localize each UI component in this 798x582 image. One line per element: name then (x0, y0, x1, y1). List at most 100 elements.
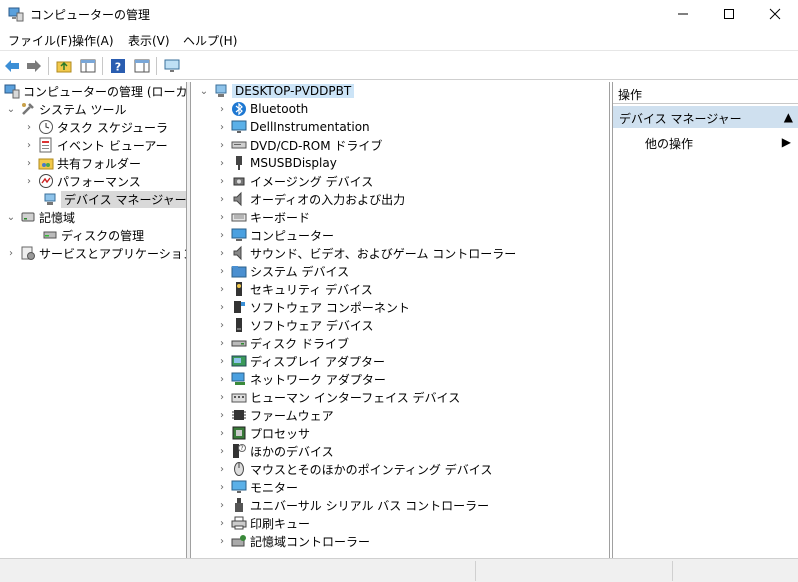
device-category-label: 記憶域コントローラー (250, 534, 371, 549)
chevron-right-icon[interactable]: › (217, 302, 227, 313)
back-button[interactable] (2, 56, 22, 76)
chevron-right-icon[interactable]: › (217, 158, 227, 169)
device-category[interactable]: › コンピューター (217, 226, 334, 244)
console-tree-button[interactable] (78, 56, 98, 76)
chevron-right-icon[interactable]: › (217, 446, 227, 457)
chevron-right-icon[interactable]: › (6, 248, 16, 259)
chevron-right-icon[interactable]: › (217, 482, 227, 493)
mouse-icon (234, 462, 244, 476)
chevron-right-icon[interactable]: › (217, 194, 227, 205)
chevron-right-icon[interactable]: › (217, 248, 227, 259)
menu-file[interactable]: ファイル(F) (8, 32, 72, 49)
chevron-right-icon[interactable]: › (217, 140, 227, 151)
maximize-button[interactable] (706, 0, 752, 28)
up-folder-button[interactable] (54, 56, 74, 76)
tree-root[interactable]: コンピューターの管理 (ローカル) (2, 82, 186, 100)
tree-disk-management[interactable]: ディスクの管理 (38, 226, 144, 244)
tree-event-viewer[interactable]: › イベント ビューアー (24, 136, 168, 154)
other-actions-label: 他の操作 (645, 137, 694, 151)
device-category[interactable]: › DellInstrumentation (217, 118, 370, 136)
folder-icon (231, 266, 247, 278)
device-category[interactable]: › 記憶域コントローラー (217, 532, 370, 550)
chevron-right-icon[interactable]: › (217, 266, 227, 277)
tree-task-scheduler[interactable]: › タスク スケジューラ (24, 118, 168, 136)
device-category[interactable]: › MSUSBDisplay (217, 154, 337, 172)
device-category[interactable]: › DVD/CD-ROM ドライブ (217, 136, 382, 154)
device-category[interactable]: › ユニバーサル シリアル バス コントローラー (217, 496, 489, 514)
tree-storage[interactable]: ⌄ 記憶域 (6, 208, 75, 226)
device-category[interactable]: › イメージング デバイス (217, 172, 373, 190)
menu-view[interactable]: 表示(V) (128, 32, 170, 49)
chevron-right-icon[interactable]: › (24, 140, 34, 151)
device-category[interactable]: › モニター (217, 478, 298, 496)
tree-services-apps[interactable]: › サービスとアプリケーション (6, 244, 186, 262)
device-category[interactable]: › プロセッサ (217, 424, 310, 442)
tree-item-label: イベント ビューアー (57, 138, 168, 153)
device-category[interactable]: › ソフトウェア コンポーネント (217, 298, 410, 316)
device-category[interactable]: › キーボード (217, 208, 310, 226)
tree-performance[interactable]: › パフォーマンス (24, 172, 141, 190)
other-actions-item[interactable]: 他の操作 ▶ (613, 132, 798, 152)
chevron-down-icon[interactable]: ⌄ (6, 212, 16, 223)
chevron-right-icon[interactable]: › (24, 158, 34, 169)
collapse-up-icon[interactable]: ▲ (784, 110, 793, 124)
device-category[interactable]: › 印刷キュー (217, 514, 310, 532)
menu-help[interactable]: ヘルプ(H) (183, 32, 237, 49)
device-category[interactable]: ›? ほかのデバイス (217, 442, 334, 460)
forward-button[interactable] (24, 56, 44, 76)
device-category[interactable]: › オーディオの入力および出力 (217, 190, 405, 208)
help-button[interactable]: ? (108, 56, 128, 76)
device-category[interactable]: › サウンド、ビデオ、およびゲーム コントローラー (217, 244, 516, 262)
tree-system-tools[interactable]: ⌄ システム ツール (6, 100, 127, 118)
chevron-down-icon[interactable]: ⌄ (6, 104, 16, 115)
chevron-right-icon[interactable]: › (217, 536, 227, 547)
chevron-right-icon[interactable]: › (217, 500, 227, 511)
action-pane-icon (134, 59, 150, 73)
tree-device-manager[interactable]: デバイス マネージャー (38, 190, 186, 208)
minimize-button[interactable] (660, 0, 706, 28)
close-button[interactable] (752, 0, 798, 28)
show-hidden-button[interactable] (162, 56, 182, 76)
tree-item-label: デバイス マネージャー (61, 190, 186, 208)
chevron-right-icon[interactable]: › (217, 392, 227, 403)
device-category[interactable]: › ソフトウェア デバイス (217, 316, 373, 334)
chevron-right-icon[interactable]: › (217, 356, 227, 367)
device-category-label: イメージング デバイス (250, 174, 374, 189)
chevron-right-icon[interactable]: › (217, 410, 227, 421)
chevron-right-icon[interactable]: › (217, 338, 227, 349)
actions-section-device-manager[interactable]: デバイス マネージャー ▲ (613, 106, 798, 128)
chevron-right-icon[interactable]: › (217, 464, 227, 475)
chevron-right-icon[interactable]: › (217, 104, 227, 115)
device-category-label: ディスク ドライブ (250, 336, 349, 351)
device-category[interactable]: › ディスク ドライブ (217, 334, 349, 352)
device-category[interactable]: › ネットワーク アダプター (217, 370, 386, 388)
tools-icon (22, 103, 34, 115)
monitor-icon (164, 59, 180, 72)
menu-action[interactable]: 操作(A) (72, 32, 114, 49)
device-category[interactable]: › ヒューマン インターフェイス デバイス (217, 388, 460, 406)
device-category[interactable]: › システム デバイス (217, 262, 349, 280)
device-tree-root[interactable]: ⌄ DESKTOP-PVDDPBT (199, 82, 355, 100)
chevron-right-icon[interactable]: › (217, 374, 227, 385)
chevron-right-icon[interactable]: › (217, 320, 227, 331)
chevron-right-icon[interactable]: › (217, 176, 227, 187)
chevron-down-icon[interactable]: ⌄ (199, 86, 209, 97)
device-category[interactable]: › ファームウェア (217, 406, 334, 424)
device-category[interactable]: › ディスプレイ アダプター (217, 352, 385, 370)
chevron-right-icon[interactable]: › (24, 122, 34, 133)
chevron-right-icon[interactable]: › (217, 428, 227, 439)
device-category[interactable]: › Bluetooth (217, 100, 308, 118)
chevron-right-icon[interactable]: › (217, 230, 227, 241)
chevron-right-icon[interactable]: › (217, 122, 227, 133)
chevron-right-icon[interactable]: › (217, 212, 227, 223)
tree-shared-folders[interactable]: › 共有フォルダー (24, 154, 141, 172)
device-category-label: ユニバーサル シリアル バス コントローラー (250, 498, 490, 513)
chevron-right-icon[interactable]: › (217, 284, 227, 295)
device-category-label: MSUSBDisplay (250, 156, 337, 170)
device-category[interactable]: › マウスとそのほかのポインティング デバイス (217, 460, 492, 478)
disk-drive-icon (231, 340, 247, 347)
device-category[interactable]: › セキュリティ デバイス (217, 280, 373, 298)
action-pane-button[interactable] (132, 56, 152, 76)
chevron-right-icon[interactable]: › (24, 176, 34, 187)
chevron-right-icon[interactable]: › (217, 518, 227, 529)
